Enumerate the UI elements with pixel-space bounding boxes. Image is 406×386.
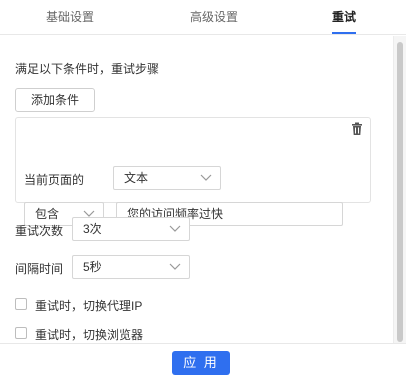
tab-bar: 基础设置 高级设置 重试 <box>0 0 406 35</box>
interval-select[interactable]: 5秒 <box>72 255 190 279</box>
chevron-down-icon <box>169 263 181 270</box>
switch-proxy-checkbox[interactable] <box>15 298 27 310</box>
field-select-value: 文本 <box>124 171 149 185</box>
chevron-down-icon <box>200 174 212 181</box>
scrollbar-thumb[interactable] <box>397 42 403 342</box>
trash-icon[interactable] <box>350 122 364 136</box>
retry-heading: 满足以下条件时，重试步骤 <box>15 62 160 76</box>
interval-value: 5秒 <box>83 260 102 274</box>
retry-count-value: 3次 <box>83 222 102 236</box>
retry-panel: 满足以下条件时，重试步骤 添加条件 当前页面的 文本 包含 您的访问频率过快 重… <box>0 36 392 343</box>
switch-browser-label[interactable]: 重试时，切换浏览器 <box>35 326 143 343</box>
add-condition-button[interactable]: 添加条件 <box>15 88 95 112</box>
interval-label: 间隔时间 <box>15 262 64 276</box>
scrollbar[interactable] <box>393 36 406 343</box>
active-tab-indicator <box>332 32 356 34</box>
tab-advanced-settings[interactable]: 高级设置 <box>172 0 256 35</box>
tab-retry[interactable]: 重试 <box>320 0 368 35</box>
apply-button[interactable]: 应 用 <box>172 351 230 375</box>
chevron-down-icon <box>169 225 181 232</box>
retry-count-select[interactable]: 3次 <box>72 217 190 241</box>
switch-proxy-label[interactable]: 重试时，切换代理IP <box>35 297 142 314</box>
condition-card: 当前页面的 文本 包含 您的访问频率过快 <box>15 117 371 226</box>
field-select[interactable]: 文本 <box>113 166 221 190</box>
footer-bar: 应 用 <box>0 343 406 386</box>
retry-count-label: 重试次数 <box>15 224 64 238</box>
current-page-label: 当前页面的 <box>24 173 85 187</box>
tab-basic-settings[interactable]: 基础设置 <box>30 0 110 35</box>
switch-browser-checkbox[interactable] <box>15 327 27 339</box>
operator-select-value: 包含 <box>35 207 60 221</box>
